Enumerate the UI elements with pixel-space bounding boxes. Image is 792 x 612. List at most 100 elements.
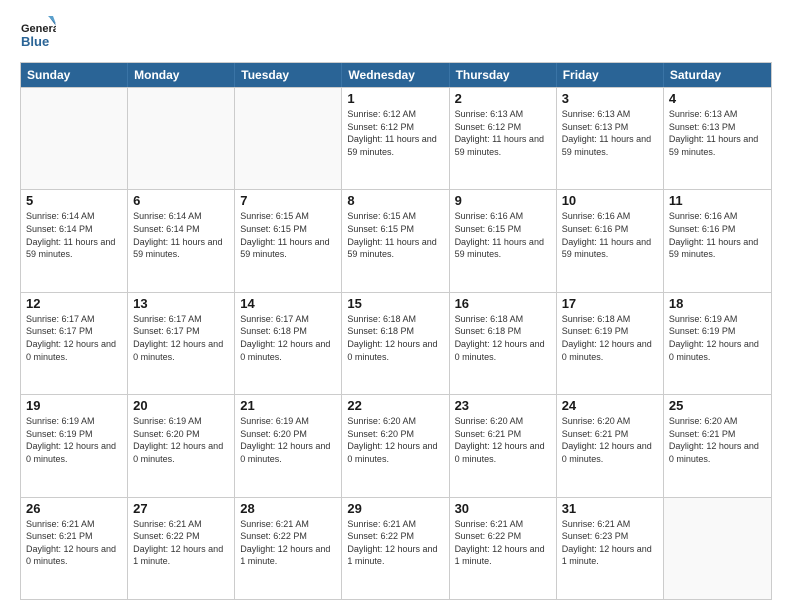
day-number: 14 — [240, 296, 336, 311]
day-number: 28 — [240, 501, 336, 516]
day-info: Sunrise: 6:21 AMSunset: 6:22 PMDaylight:… — [347, 518, 443, 568]
calendar-day-cell: 23 Sunrise: 6:20 AMSunset: 6:21 PMDayligh… — [450, 395, 557, 496]
calendar-week-row: 19 Sunrise: 6:19 AMSunset: 6:19 PMDayligh… — [21, 394, 771, 496]
day-info: Sunrise: 6:18 AMSunset: 6:18 PMDaylight:… — [347, 313, 443, 363]
day-info: Sunrise: 6:16 AMSunset: 6:16 PMDaylight:… — [562, 210, 658, 260]
calendar-day-cell: 22 Sunrise: 6:20 AMSunset: 6:20 PMDayligh… — [342, 395, 449, 496]
day-info: Sunrise: 6:21 AMSunset: 6:22 PMDaylight:… — [133, 518, 229, 568]
calendar-day-cell: 1 Sunrise: 6:12 AMSunset: 6:12 PMDaylight… — [342, 88, 449, 189]
day-info: Sunrise: 6:13 AMSunset: 6:13 PMDaylight:… — [669, 108, 766, 158]
calendar-day-cell — [21, 88, 128, 189]
weekday-header: Wednesday — [342, 63, 449, 87]
day-info: Sunrise: 6:20 AMSunset: 6:21 PMDaylight:… — [455, 415, 551, 465]
calendar-day-cell: 10 Sunrise: 6:16 AMSunset: 6:16 PMDayligh… — [557, 190, 664, 291]
calendar-day-cell: 29 Sunrise: 6:21 AMSunset: 6:22 PMDayligh… — [342, 498, 449, 599]
day-number: 23 — [455, 398, 551, 413]
day-info: Sunrise: 6:21 AMSunset: 6:21 PMDaylight:… — [26, 518, 122, 568]
day-number: 24 — [562, 398, 658, 413]
day-info: Sunrise: 6:14 AMSunset: 6:14 PMDaylight:… — [26, 210, 122, 260]
day-number: 10 — [562, 193, 658, 208]
calendar-day-cell: 20 Sunrise: 6:19 AMSunset: 6:20 PMDayligh… — [128, 395, 235, 496]
day-info: Sunrise: 6:21 AMSunset: 6:22 PMDaylight:… — [455, 518, 551, 568]
day-info: Sunrise: 6:19 AMSunset: 6:19 PMDaylight:… — [669, 313, 766, 363]
day-number: 26 — [26, 501, 122, 516]
calendar-day-cell: 12 Sunrise: 6:17 AMSunset: 6:17 PMDayligh… — [21, 293, 128, 394]
day-info: Sunrise: 6:20 AMSunset: 6:21 PMDaylight:… — [562, 415, 658, 465]
calendar-day-cell: 25 Sunrise: 6:20 AMSunset: 6:21 PMDayligh… — [664, 395, 771, 496]
weekday-header: Monday — [128, 63, 235, 87]
day-number: 22 — [347, 398, 443, 413]
calendar-day-cell: 6 Sunrise: 6:14 AMSunset: 6:14 PMDaylight… — [128, 190, 235, 291]
calendar-body: 1 Sunrise: 6:12 AMSunset: 6:12 PMDaylight… — [21, 87, 771, 599]
day-info: Sunrise: 6:18 AMSunset: 6:18 PMDaylight:… — [455, 313, 551, 363]
day-info: Sunrise: 6:17 AMSunset: 6:17 PMDaylight:… — [26, 313, 122, 363]
day-number: 7 — [240, 193, 336, 208]
day-number: 31 — [562, 501, 658, 516]
day-info: Sunrise: 6:18 AMSunset: 6:19 PMDaylight:… — [562, 313, 658, 363]
day-info: Sunrise: 6:19 AMSunset: 6:19 PMDaylight:… — [26, 415, 122, 465]
weekday-header: Saturday — [664, 63, 771, 87]
day-info: Sunrise: 6:20 AMSunset: 6:20 PMDaylight:… — [347, 415, 443, 465]
calendar-day-cell: 19 Sunrise: 6:19 AMSunset: 6:19 PMDayligh… — [21, 395, 128, 496]
day-info: Sunrise: 6:20 AMSunset: 6:21 PMDaylight:… — [669, 415, 766, 465]
day-number: 5 — [26, 193, 122, 208]
day-info: Sunrise: 6:19 AMSunset: 6:20 PMDaylight:… — [240, 415, 336, 465]
day-info: Sunrise: 6:13 AMSunset: 6:12 PMDaylight:… — [455, 108, 551, 158]
day-number: 2 — [455, 91, 551, 106]
weekday-header: Friday — [557, 63, 664, 87]
day-number: 27 — [133, 501, 229, 516]
day-number: 1 — [347, 91, 443, 106]
weekday-header: Sunday — [21, 63, 128, 87]
day-info: Sunrise: 6:15 AMSunset: 6:15 PMDaylight:… — [347, 210, 443, 260]
svg-text:Blue: Blue — [21, 34, 49, 49]
calendar-day-cell: 8 Sunrise: 6:15 AMSunset: 6:15 PMDaylight… — [342, 190, 449, 291]
day-info: Sunrise: 6:14 AMSunset: 6:14 PMDaylight:… — [133, 210, 229, 260]
calendar-day-cell — [235, 88, 342, 189]
day-number: 30 — [455, 501, 551, 516]
day-number: 3 — [562, 91, 658, 106]
day-info: Sunrise: 6:16 AMSunset: 6:16 PMDaylight:… — [669, 210, 766, 260]
day-number: 21 — [240, 398, 336, 413]
calendar-day-cell — [664, 498, 771, 599]
calendar-day-cell: 4 Sunrise: 6:13 AMSunset: 6:13 PMDaylight… — [664, 88, 771, 189]
calendar-day-cell: 3Sunrise: 6:13 AMSunset: 6:13 PMDaylight… — [557, 88, 664, 189]
day-number: 8 — [347, 193, 443, 208]
day-number: 6 — [133, 193, 229, 208]
calendar-day-cell: 21 Sunrise: 6:19 AMSunset: 6:20 PMDayligh… — [235, 395, 342, 496]
calendar-day-cell: 26 Sunrise: 6:21 AMSunset: 6:21 PMDayligh… — [21, 498, 128, 599]
calendar-week-row: 5 Sunrise: 6:14 AMSunset: 6:14 PMDaylight… — [21, 189, 771, 291]
calendar-day-cell: 17 Sunrise: 6:18 AMSunset: 6:19 PMDayligh… — [557, 293, 664, 394]
calendar-day-cell: 14 Sunrise: 6:17 AMSunset: 6:18 PMDayligh… — [235, 293, 342, 394]
day-info: Sunrise: 6:19 AMSunset: 6:20 PMDaylight:… — [133, 415, 229, 465]
logo: General Blue — [20, 16, 56, 52]
calendar-day-cell: 16 Sunrise: 6:18 AMSunset: 6:18 PMDayligh… — [450, 293, 557, 394]
calendar-week-row: 1 Sunrise: 6:12 AMSunset: 6:12 PMDaylight… — [21, 87, 771, 189]
day-number: 17 — [562, 296, 658, 311]
calendar-day-cell: 24 Sunrise: 6:20 AMSunset: 6:21 PMDayligh… — [557, 395, 664, 496]
calendar-day-cell: 28Sunrise: 6:21 AMSunset: 6:22 PMDayligh… — [235, 498, 342, 599]
calendar-day-cell: 13Sunrise: 6:17 AMSunset: 6:17 PMDayligh… — [128, 293, 235, 394]
weekday-header: Thursday — [450, 63, 557, 87]
calendar-day-cell: 27 Sunrise: 6:21 AMSunset: 6:22 PMDayligh… — [128, 498, 235, 599]
day-info: Sunrise: 6:12 AMSunset: 6:12 PMDaylight:… — [347, 108, 443, 158]
day-number: 29 — [347, 501, 443, 516]
day-number: 16 — [455, 296, 551, 311]
calendar: SundayMondayTuesdayWednesdayThursdayFrid… — [20, 62, 772, 600]
day-number: 20 — [133, 398, 229, 413]
day-info: Sunrise: 6:17 AMSunset: 6:18 PMDaylight:… — [240, 313, 336, 363]
day-number: 15 — [347, 296, 443, 311]
day-info: Sunrise: 6:16 AMSunset: 6:15 PMDaylight:… — [455, 210, 551, 260]
day-number: 13 — [133, 296, 229, 311]
calendar-day-cell — [128, 88, 235, 189]
day-number: 25 — [669, 398, 766, 413]
logo-svg: General Blue — [20, 16, 56, 52]
day-number: 4 — [669, 91, 766, 106]
day-number: 19 — [26, 398, 122, 413]
calendar-week-row: 26 Sunrise: 6:21 AMSunset: 6:21 PMDayligh… — [21, 497, 771, 599]
calendar-day-cell: 31Sunrise: 6:21 AMSunset: 6:23 PMDayligh… — [557, 498, 664, 599]
day-info: Sunrise: 6:15 AMSunset: 6:15 PMDaylight:… — [240, 210, 336, 260]
day-number: 12 — [26, 296, 122, 311]
day-number: 18 — [669, 296, 766, 311]
calendar-day-cell: 15 Sunrise: 6:18 AMSunset: 6:18 PMDayligh… — [342, 293, 449, 394]
calendar-day-cell: 7 Sunrise: 6:15 AMSunset: 6:15 PMDaylight… — [235, 190, 342, 291]
